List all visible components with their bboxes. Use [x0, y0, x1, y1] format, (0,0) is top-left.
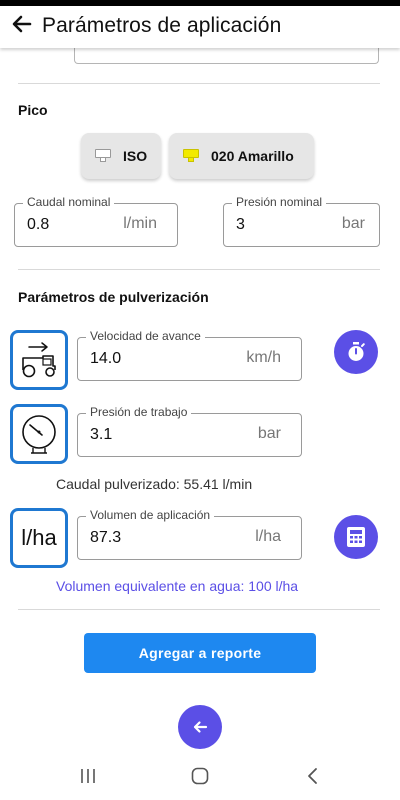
nominal-pressure-label: Presión nominal — [232, 195, 327, 209]
system-back-icon[interactable] — [297, 764, 327, 788]
tractor-icon-box — [10, 330, 68, 390]
application-volume-unit: l/ha — [255, 528, 281, 545]
app-bar: Parámetros de aplicación — [0, 6, 400, 48]
back-arrow-icon[interactable] — [8, 10, 36, 38]
page-title: Parámetros de aplicación — [42, 14, 282, 37]
volume-icon-box: l/ha — [10, 508, 68, 568]
travel-speed-field[interactable]: Velocidad de avance 14.0 km/h — [77, 329, 302, 381]
nozzle-white-icon — [95, 149, 111, 163]
application-volume-label: Volumen de aplicación — [86, 508, 215, 522]
nozzle-yellow-icon — [183, 149, 199, 163]
stopwatch-icon — [348, 342, 365, 361]
add-to-report-button[interactable]: Agregar a reporte — [84, 633, 316, 673]
travel-speed-label: Velocidad de avance — [86, 329, 205, 343]
nominal-flow-unit: l/min — [123, 215, 157, 232]
nozzle-size-chip[interactable]: 020 Amarillo — [169, 133, 314, 179]
nominal-flow-field[interactable]: Caudal nominal 0.8 l/min — [14, 195, 178, 247]
working-pressure-field[interactable]: Presión de trabajo 3.1 bar — [77, 405, 302, 457]
stopwatch-button[interactable] — [334, 330, 378, 374]
tractor-icon — [22, 342, 56, 378]
nozzle-standard-label: ISO — [123, 148, 148, 164]
divider — [18, 83, 380, 84]
travel-speed-value: 14.0 — [90, 350, 122, 367]
nominal-pressure-field[interactable]: Presión nominal 3 bar — [223, 195, 380, 247]
divider — [18, 609, 380, 610]
system-navigation-bar — [0, 752, 400, 800]
working-pressure-value: 3.1 — [90, 426, 113, 443]
pressure-gauge-icon — [22, 415, 56, 454]
nominal-pressure-unit: bar — [341, 215, 365, 232]
nominal-flow-label: Caudal nominal — [23, 195, 115, 209]
home-icon[interactable] — [185, 764, 215, 788]
application-volume-field[interactable]: Volumen de aplicación 87.3 l/ha — [77, 508, 302, 560]
working-pressure-unit: bar — [257, 425, 281, 442]
sprayed-flow-text: Caudal pulverizado: 55.41 l/min — [56, 476, 253, 492]
pressure-gauge-icon-box — [10, 404, 68, 464]
nominal-flow-value: 0.8 — [27, 216, 50, 233]
working-pressure-label: Presión de trabajo — [86, 405, 192, 419]
nominal-pressure-value: 3 — [236, 216, 245, 233]
recent-apps-icon[interactable] — [73, 764, 103, 788]
nozzle-standard-chip[interactable]: ISO — [81, 133, 161, 179]
nozzle-size-label: 020 Amarillo — [211, 148, 294, 164]
calculator-button[interactable] — [334, 515, 378, 559]
spray-section-title: Parámetros de pulverización — [18, 289, 209, 305]
volume-icon-label: l/ha — [21, 525, 57, 550]
water-equivalent-text: Volumen equivalente en agua: 100 l/ha — [56, 578, 299, 594]
divider — [18, 269, 380, 270]
calculator-icon — [347, 527, 365, 547]
back-arrow-icon — [193, 721, 208, 733]
nozzle-section-title: Pico — [18, 102, 48, 118]
back-fab-button[interactable] — [178, 705, 222, 749]
application-volume-value: 87.3 — [90, 529, 122, 546]
travel-speed-unit: km/h — [246, 349, 281, 366]
